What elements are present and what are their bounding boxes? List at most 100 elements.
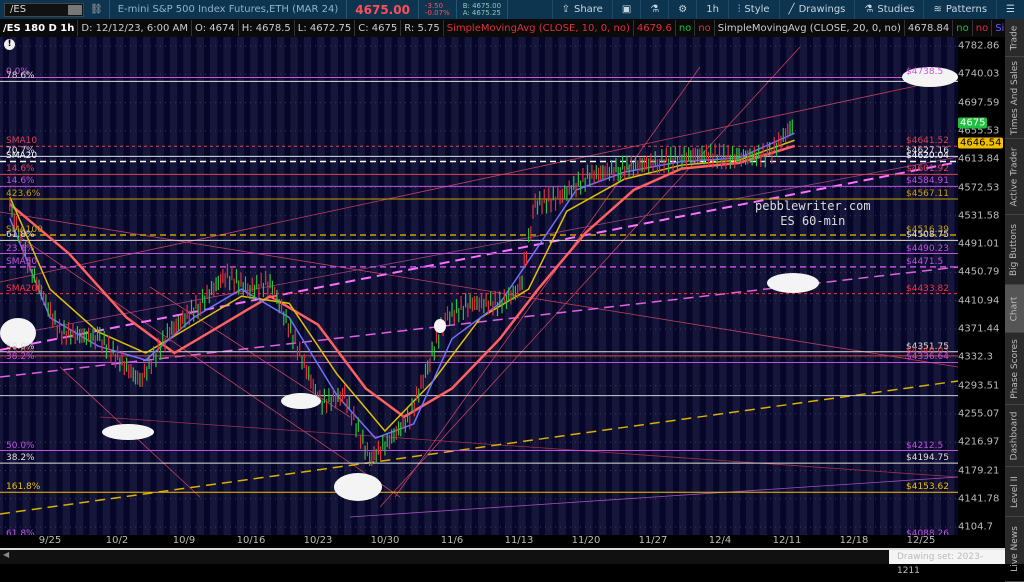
date-axis: 9/25 10/2 10/9 10/16 10/23 10/30 11/6 11/13 11/2… [0,535,958,548]
1h-button[interactable]: 1h [696,0,728,19]
button-label: Studies [877,4,915,15]
highlight-ellipse [281,393,321,409]
chart-stripe [726,37,733,535]
price-tick: 4371.44 [958,323,1000,335]
level-right-label: $4212.5 [906,440,944,451]
study-sma10[interactable]: SimpleMovingAvg (CLOSE, 10, 0, no) [444,20,634,36]
level-left-label: SMA10 [6,136,38,147]
date-tick: 12/4 [708,535,732,546]
drawings-button[interactable]: ╱ Drawings [778,0,855,19]
chart-canvas[interactable] [0,37,958,535]
tab-label: Live News [1009,526,1020,572]
style-button[interactable]: ⫶ Style [727,0,779,19]
studies-button[interactable]: ⚗ Studies [854,0,923,19]
study-sma20[interactable]: SimpleMovingAvg (CLOSE, 20, 0, no) [715,20,905,36]
tab-big-buttons[interactable]: Big Buttons [1005,215,1024,285]
price-change: -3.50 -0.07% [424,1,450,17]
tab-active-trader[interactable]: Active Trader [1005,139,1024,215]
level-left-label: 23.6% [6,243,35,254]
tab-dashboard[interactable]: Dashboard [1005,405,1024,467]
date-tick: 10/2 [105,535,129,546]
chart-stripe [753,37,760,535]
chart-stripe [472,37,478,535]
bar-open: O: 4674 [192,20,239,36]
horizontal-scrollbar[interactable]: ◀ Drawing set: 2023-1211 [0,548,1005,576]
last-price: 4675.00 [355,2,410,17]
button-label: Patterns [945,4,988,15]
level-right-label: $4194.75 [906,453,949,464]
level-right-label: $4490.23 [906,243,949,254]
alert-info-icon[interactable]: ! [4,39,15,50]
chart-stripe [592,37,599,535]
chart-stripe [887,37,894,535]
chart-stripe [311,37,318,535]
scroll-left-icon[interactable]: ◀ [3,550,9,559]
chart-stripe [565,37,572,535]
date-tick: 11/27 [638,535,668,546]
study-sma10-value: 4679.6 [634,20,676,36]
alert-icon: ▣ [621,4,632,15]
price-tick: 4293.51 [958,380,1000,392]
study-flag: no [973,20,993,36]
level-left-label: 78.6% [6,71,35,82]
chart-stripe [150,37,157,535]
link-icon[interactable]: ⛓ [84,4,109,15]
menu-icon-button[interactable]: ☰ [996,0,1024,19]
price-tick: 4531.58 [958,210,1000,222]
gear-icon: ⚙ [678,4,688,15]
date-tick: 10/16 [236,535,266,546]
tab-times-and-sales[interactable]: Times And Sales [1005,57,1024,139]
flask-icon-button[interactable]: ⚗ [640,0,668,19]
trendline [394,66,701,498]
level-right-label: $4738.5 [906,67,944,78]
drawing-set-field[interactable]: Drawing set: 2023-1211 [889,550,1005,576]
chart-stripe [110,37,117,535]
tab-live-news[interactable]: Live News [1005,517,1024,582]
button-label: 1h [706,4,719,15]
tab-level-ii[interactable]: Level II [1005,467,1024,517]
chart-stripe [847,37,854,535]
price-tick: 4332.3 [958,351,993,363]
button-label: Style [744,4,770,15]
chart-stripe [874,37,880,535]
chart-title: /ES 180 D 1h [0,20,79,36]
chart-stripe [431,37,438,535]
symbol-selector[interactable]: /ES [4,2,84,17]
chevron-down-icon[interactable] [68,4,82,15]
level-right-label: $4620.04 [906,151,949,162]
chart-stripe [820,37,827,535]
study-flag: no [953,20,973,36]
price-tick: 4255.07 [958,408,1000,420]
date-tick: 10/30 [370,535,400,546]
patterns-button[interactable]: ≋ Patterns [923,0,996,19]
level-right-label: $4601.92 [906,164,949,175]
chart-stripe [56,37,63,535]
highlight-ellipse [434,319,446,333]
date-tick: 12/11 [772,535,802,546]
chart-stripe [163,37,170,535]
share-button[interactable]: ⇪ Share [551,0,612,19]
study-sma50[interactable]: SimpleMovingAvg (CLOSE, 50, 0, no) [992,20,1005,36]
menu-icon: ☰ [1006,4,1015,15]
date-tick: 10/9 [172,535,196,546]
bar-range: R: 5.75 [401,20,444,36]
tab-phase-scores[interactable]: Phase Scores [1005,333,1024,405]
chart-stripe [646,37,653,535]
gear-icon-button[interactable]: ⚙ [668,0,696,19]
price-tick: 4740.03 [958,68,1000,80]
level-left-label: 161.8% [6,482,41,493]
tab-label: Chart [1009,296,1020,321]
patterns-icon: ≋ [933,4,942,15]
price-chart[interactable]: pebblewriter.com ES 60-min ! 0.0% $4738.5 7… [0,37,958,535]
date-tick: 12/18 [839,535,869,546]
alert-icon-button[interactable]: ▣ [611,0,640,19]
tab-label: Level II [1009,475,1020,508]
tab-chart[interactable]: Chart [1005,285,1024,333]
level-left-label: 50.0% [6,440,35,451]
level-left-label: 14.6% [6,176,35,187]
chart-stripe [659,37,666,535]
tab-trade[interactable]: Trade [1005,19,1024,57]
style-icon: ⫶ [737,4,741,15]
level-right-label: $4567.11 [906,189,949,200]
chart-stripe [686,37,693,535]
